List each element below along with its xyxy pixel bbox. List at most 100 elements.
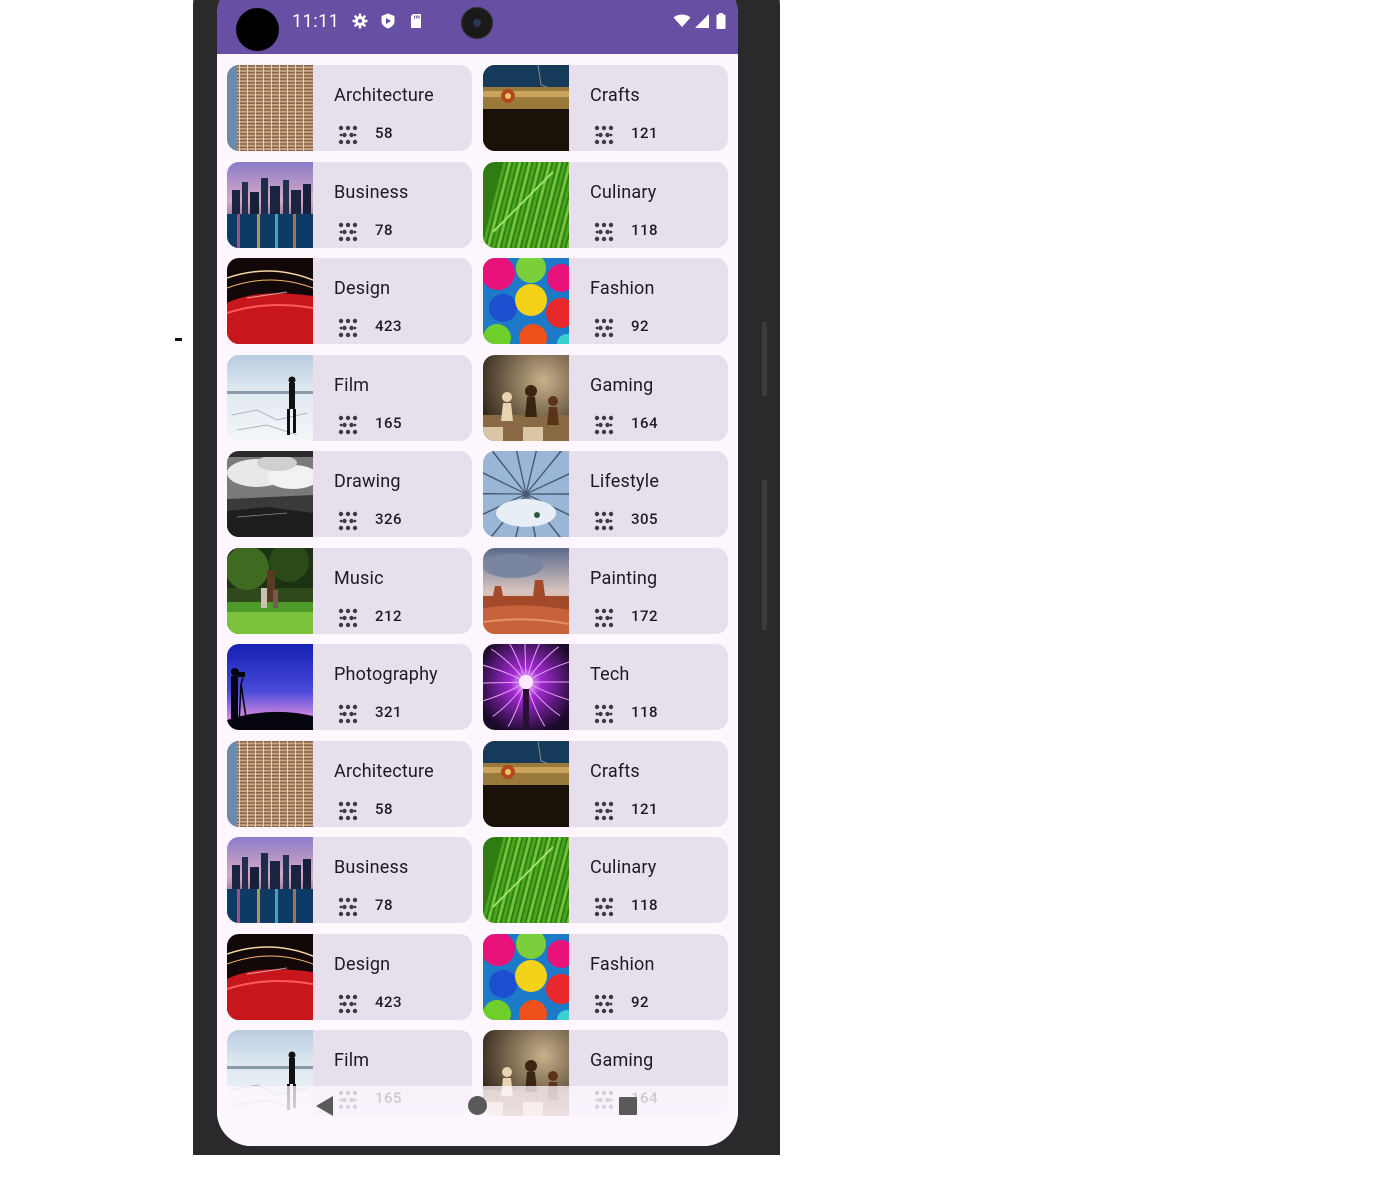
dots-grid-icon [594,994,614,1014]
category-label: Drawing [334,471,401,492]
tech-image [483,644,574,730]
category-card-fashion[interactable]: Fashion 92 [483,933,728,1020]
category-label: Design [334,278,391,299]
recents-icon[interactable] [619,1097,637,1115]
status-time: 11:11 [292,11,340,32]
dots-grid-icon [594,897,614,917]
category-card-business[interactable]: Business 78 [227,837,472,923]
category-count: 118 [631,220,659,239]
category-label: Culinary [590,181,657,203]
category-card-crafts[interactable]: Crafts 121 [483,65,728,151]
category-count: 212 [375,606,403,625]
dots-grid-icon [594,222,614,242]
category-label: Crafts [590,85,640,106]
category-label: Tech [590,664,630,685]
dots-grid-icon [594,318,614,338]
category-label: Film [334,374,370,396]
category-label: Fashion [590,953,655,975]
dots-grid-icon [338,608,358,628]
navigation-bar [217,1086,738,1146]
category-label: Business [334,181,409,203]
category-label: Crafts [590,760,640,782]
dots-grid-icon [594,704,614,724]
category-count: 58 [375,799,394,818]
category-label: Fashion [590,278,655,299]
gear-icon [352,13,368,29]
gaming-image [483,354,569,441]
camera-cutout [236,8,279,51]
category-card-business[interactable]: Business 78 [227,161,472,248]
power-button [762,480,767,630]
category-count: 121 [631,124,659,142]
category-count: 118 [631,896,659,914]
category-card-gaming[interactable]: Gaming 164 [483,354,728,441]
category-card-design[interactable]: Design 423 [227,258,472,344]
category-count: 423 [375,992,403,1011]
dots-grid-icon [338,801,358,821]
category-card-lifestyle[interactable]: Lifestyle 305 [483,451,728,537]
category-card-painting[interactable]: Painting 172 [483,547,728,634]
stray-mark [175,338,182,341]
category-label: Culinary [590,857,657,878]
battery-icon [716,13,726,29]
photography-image [227,644,313,730]
category-card-fashion[interactable]: Fashion 92 [483,258,728,344]
category-label: Photography [334,664,438,685]
dots-grid-icon [594,415,614,435]
culinary-image [483,837,592,923]
shield-icon [381,13,395,29]
category-count: 305 [631,510,659,528]
category-card-crafts[interactable]: Crafts 121 [483,740,728,827]
category-card-drawing[interactable]: Drawing 326 [227,451,472,537]
fashion-image [483,258,577,344]
category-count: 118 [631,703,659,721]
culinary-image [483,161,592,248]
dots-grid-icon [594,608,614,628]
category-label: Gaming [590,1050,654,1071]
crafts-image [483,740,569,827]
category-card-culinary[interactable]: Culinary 118 [483,837,728,923]
dots-grid-icon [338,994,358,1014]
music-image [227,547,313,634]
category-card-film[interactable]: Film 165 [227,354,472,441]
fashion-image [483,933,577,1020]
dots-grid-icon [338,415,358,435]
business-image [227,161,313,248]
category-count: 78 [375,220,394,239]
home-icon[interactable] [468,1096,487,1115]
dots-grid-icon [338,704,358,724]
category-label: Gaming [590,374,654,396]
lifestyle-image [483,451,587,537]
design-image [227,933,314,1020]
drawing-image [227,451,319,537]
category-count: 78 [375,896,394,914]
category-card-photography[interactable]: Photography 321 [227,644,472,730]
category-card-music[interactable]: Music 212 [227,547,472,634]
category-count: 165 [375,413,403,432]
back-icon[interactable] [316,1096,333,1116]
category-label: Lifestyle [590,471,660,492]
category-count: 121 [631,799,659,818]
business-image [227,837,313,923]
category-card-culinary[interactable]: Culinary 118 [483,161,728,248]
category-count: 92 [631,992,650,1011]
dots-grid-icon [338,125,358,145]
wifi-icon [673,14,691,27]
category-card-tech[interactable]: Tech 118 [483,644,728,730]
front-camera [461,7,493,39]
category-card-design[interactable]: Design 423 [227,933,472,1020]
category-label: Film [334,1050,370,1071]
category-count: 423 [375,317,403,335]
phone-screen: 11:11 Architecture 58 Crafts 121 Busines… [217,0,738,1146]
category-label: Painting [590,567,658,589]
category-card-architecture[interactable]: Architecture 58 [227,740,472,827]
category-label: Music [334,567,384,589]
category-label: Architecture [334,760,434,782]
category-count: 164 [631,413,659,432]
category-card-architecture[interactable]: Architecture 58 [227,65,472,151]
architecture-image [227,740,313,827]
dots-grid-icon [594,125,614,145]
design-image [227,258,314,344]
dots-grid-icon [594,801,614,821]
category-label: Business [334,857,409,878]
